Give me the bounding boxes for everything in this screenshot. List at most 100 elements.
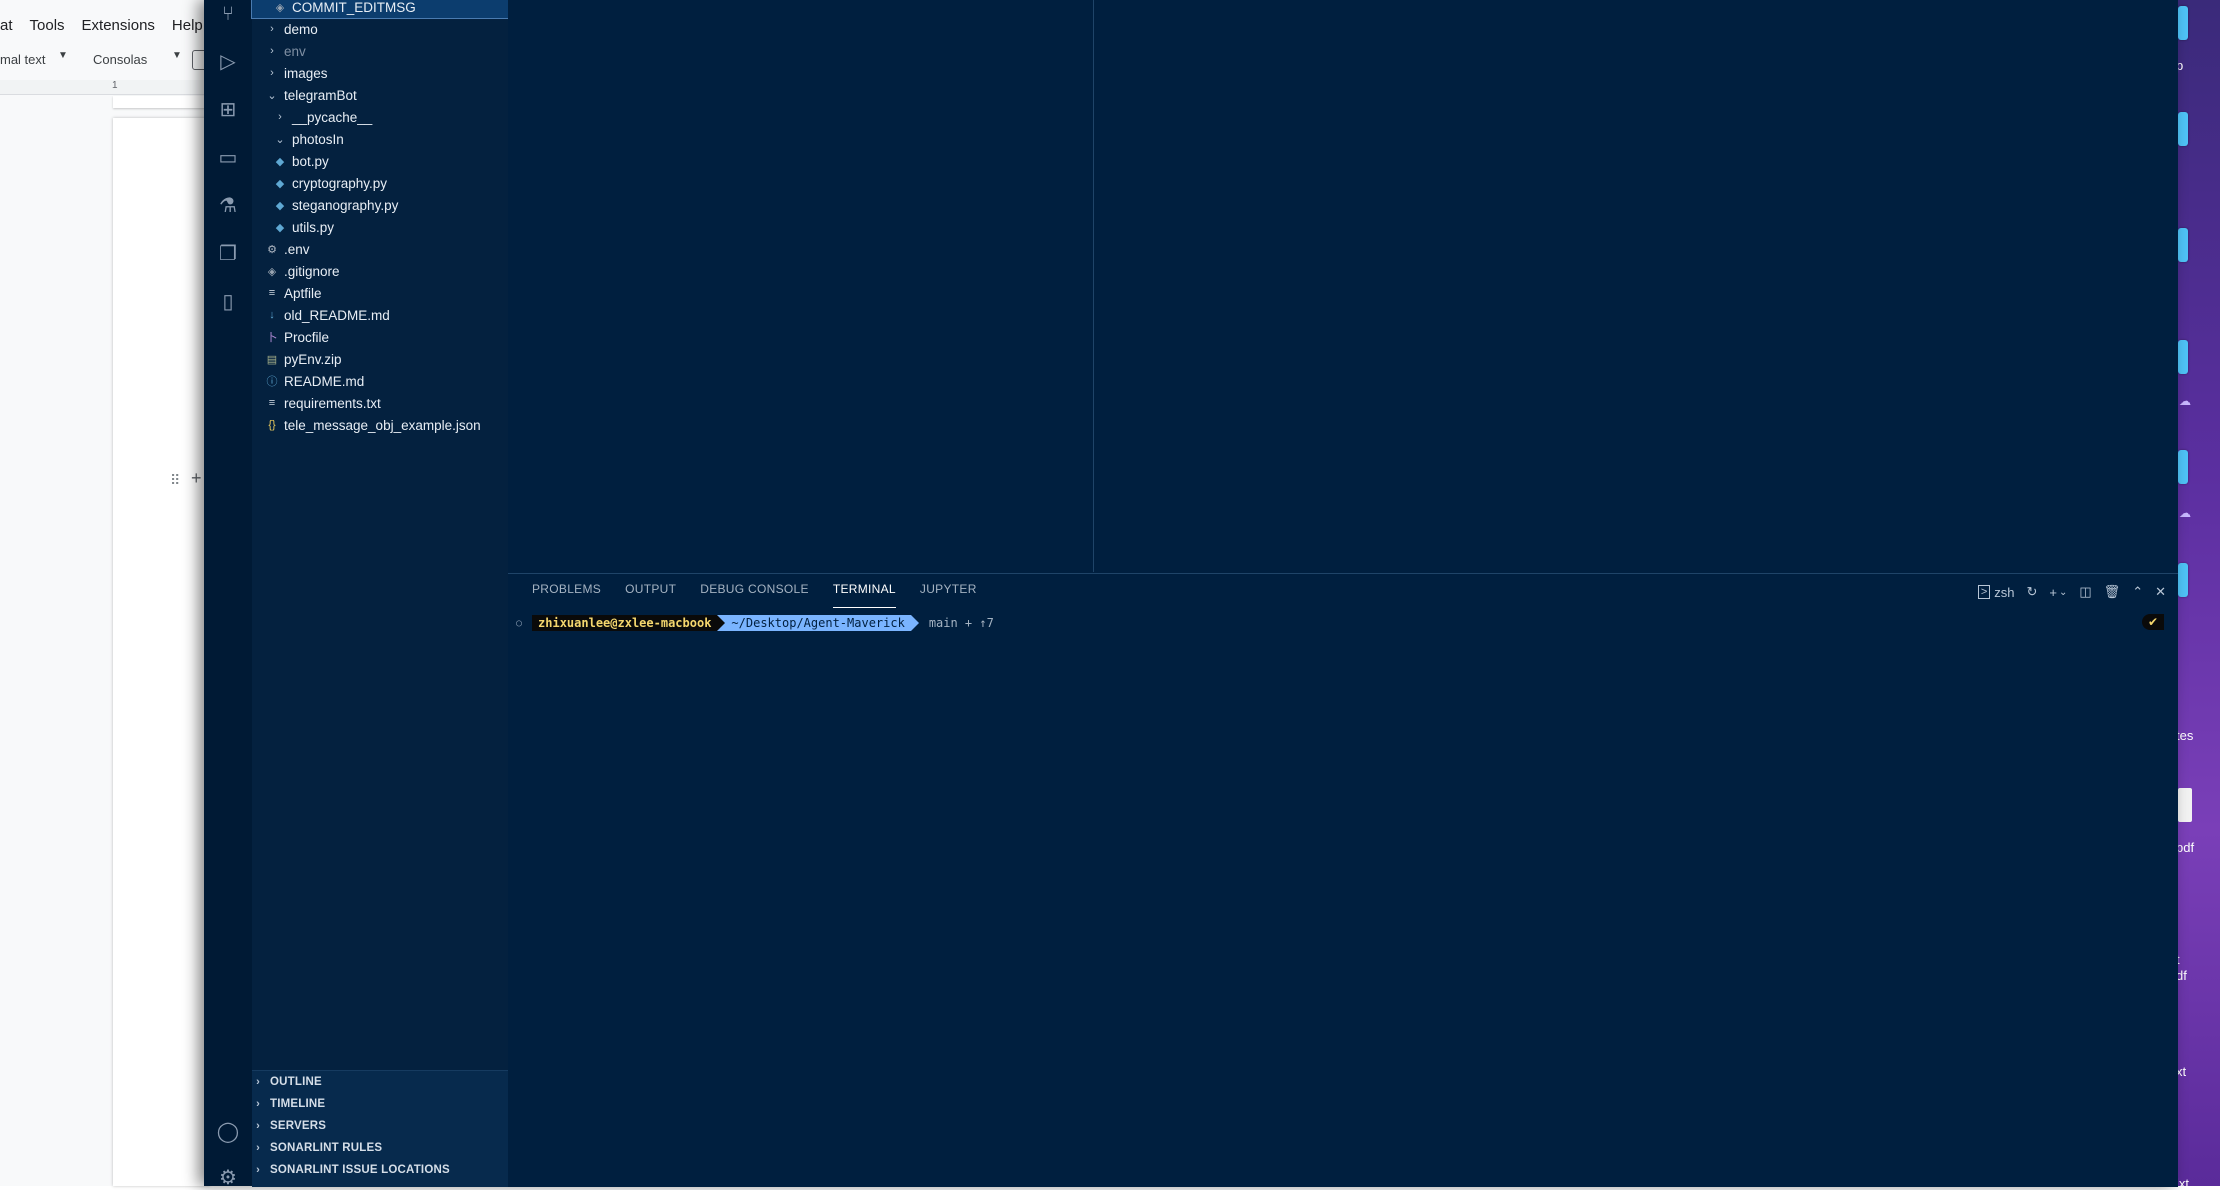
close-icon[interactable]: ✕	[2155, 584, 2166, 600]
tree-item[interactable]: › demo	[252, 18, 522, 40]
menu-format[interactable]: at	[0, 17, 13, 34]
doc-toolbar: mal text ▼ Consolas ▼	[0, 48, 210, 74]
prompt-dot-icon: ○	[516, 617, 523, 629]
remote-explorer-icon[interactable]: ▭	[216, 146, 240, 170]
tab-jupyter[interactable]: JUPYTER	[920, 582, 977, 608]
panels-icon[interactable]: ❐	[216, 242, 240, 266]
tree-item[interactable]: ◆ utils.py	[252, 216, 530, 238]
section-label: OUTLINE	[270, 1076, 322, 1088]
settings-icon[interactable]: ⚙	[216, 1166, 240, 1190]
section-timeline[interactable]: › TIMELINE	[252, 1093, 508, 1115]
new-terminal-icon[interactable]: +	[2049, 585, 2057, 600]
terminal-shell-name[interactable]: zsh	[1994, 585, 2014, 600]
testing-icon[interactable]: ⚗	[216, 194, 240, 218]
tree-item-label: requirements.txt	[284, 395, 381, 411]
explorer-sidebar: ◈ COMMIT_EDITMSG › demo › env › images ⌄ telegram…	[251, 0, 531, 1186]
lines-icon: ≡	[268, 397, 276, 409]
folder-icon[interactable]	[2178, 228, 2188, 262]
folder-icon[interactable]	[2178, 112, 2188, 146]
tree-item[interactable]: ≡ requirements.txt	[252, 392, 522, 414]
tree-item-label: images	[284, 65, 328, 81]
extensions-icon[interactable]: ⊞	[216, 98, 240, 122]
tree-item[interactable]: ▤ pyEnv.zip	[252, 348, 522, 370]
tree-item-label: .env	[284, 241, 310, 257]
trash-icon[interactable]: 🗑	[2104, 584, 2121, 600]
folder-icon[interactable]	[2178, 6, 2188, 40]
python-icon: ◆	[275, 221, 285, 234]
python-icon: ◆	[275, 155, 285, 168]
tree-item[interactable]: ⌄ telegramBot	[252, 84, 522, 106]
section-sonarlint-rules[interactable]: › SONARLINT RULES	[252, 1137, 508, 1159]
tree-item[interactable]: ⌄ photosIn	[252, 128, 530, 150]
activity-bar: ⑂ ▷ ⊞ ▭ ⚗ ❐ ▯ ◯ ⚙	[204, 0, 252, 1189]
editor-area[interactable]	[508, 0, 2178, 572]
tree-item[interactable]: 卜 Procfile	[252, 326, 522, 348]
refresh-icon[interactable]: ↻	[2026, 584, 2037, 600]
doc-page-previous	[113, 96, 210, 108]
sidebar-sections: › OUTLINE › TIMELINE › SERVERS › SONARLINT R…	[252, 1070, 508, 1187]
tree-item[interactable]: ◈ .gitignore	[252, 260, 522, 282]
tree-item[interactable]: › env	[252, 40, 522, 62]
menu-tools[interactable]: Tools	[30, 17, 65, 34]
source-control-icon[interactable]: ⑂	[216, 2, 240, 26]
chevron-down-icon[interactable]: ⌄	[2059, 587, 2067, 598]
zip-icon: ▤	[266, 353, 278, 366]
prompt-path: ~/Desktop/Agent-Maverick	[725, 615, 911, 631]
tree-item[interactable]: ◆ bot.py	[252, 150, 530, 172]
file-icon[interactable]	[2178, 788, 2192, 822]
folder-icon[interactable]	[2178, 450, 2188, 484]
folder-icon[interactable]	[2178, 340, 2188, 374]
cloud-icon: ☁	[2179, 506, 2191, 520]
drag-handle-icon[interactable]: ⠿	[170, 472, 180, 489]
tree-item[interactable]: ◈ COMMIT_EDITMSG	[251, 0, 531, 19]
tree-item[interactable]: ↓ old_README.md	[252, 304, 522, 326]
tree-item-label: steganography.py	[292, 197, 399, 213]
paragraph-style-select[interactable]: mal text	[0, 52, 46, 67]
split-terminal-icon[interactable]: ◫	[2079, 584, 2091, 600]
tree-item[interactable]: › __pycache__	[252, 106, 530, 128]
desktop-label: pdf	[2176, 840, 2195, 855]
tree-item[interactable]: {} tele_message_obj_example.json	[252, 414, 522, 436]
maximize-panel-icon[interactable]: ⌃	[2132, 584, 2143, 600]
prompt-user: zhixuanlee@zxlee-macbook	[532, 615, 718, 631]
menu-extensions[interactable]: Extensions	[82, 17, 155, 34]
editor-split-divider[interactable]	[1093, 0, 1094, 572]
account-icon[interactable]: ◯	[216, 1120, 240, 1144]
section-label: SONARLINT ISSUE LOCATIONS	[270, 1164, 450, 1176]
tab-problems[interactable]: PROBLEMS	[532, 582, 601, 608]
prompt-separator-icon	[910, 615, 919, 631]
tree-item-label: utils.py	[292, 219, 335, 235]
chevron-down-icon: ⌄	[275, 133, 285, 146]
section-label: TIMELINE	[270, 1098, 326, 1110]
panel-actions: > zsh ↻ + ⌄ ◫ 🗑 ⌃ ✕	[1966, 582, 2166, 602]
tree-item-label: Aptfile	[284, 285, 322, 301]
chevron-right-icon: ›	[270, 45, 274, 57]
chevron-down-icon[interactable]: ▼	[172, 50, 182, 61]
git-icon: ◈	[267, 265, 277, 278]
tree-item[interactable]: ⚙ .env	[252, 238, 522, 260]
tree-item[interactable]: ◆ cryptography.py	[252, 172, 530, 194]
tab-debug-console[interactable]: DEBUG CONSOLE	[700, 582, 809, 608]
section-servers[interactable]: › SERVERS	[252, 1115, 508, 1137]
section-outline[interactable]: › OUTLINE	[252, 1071, 508, 1093]
tab-output[interactable]: OUTPUT	[625, 582, 676, 608]
tree-item[interactable]: ≡ Aptfile	[252, 282, 522, 304]
section-sonarlint-issue-locations[interactable]: › SONARLINT ISSUE LOCATIONS	[252, 1159, 508, 1181]
menu-help[interactable]: Help	[172, 17, 203, 34]
notebook-icon[interactable]: ▯	[216, 290, 240, 314]
prompt-git-status: main + ↑7	[928, 616, 994, 630]
tree-item[interactable]: ⓘ README.md	[252, 370, 522, 392]
tree-item[interactable]: ◆ steganography.py	[252, 194, 530, 216]
doc-menubar: at Tools Extensions Help	[0, 8, 220, 42]
tree-item-label: pyEnv.zip	[284, 351, 342, 367]
terminal-prompt[interactable]: ○ zhixuanlee@zxlee-macbook ~/Desktop/Age…	[516, 614, 994, 632]
run-debug-icon[interactable]: ▷	[216, 50, 240, 74]
tree-item[interactable]: › images	[252, 62, 522, 84]
doc-page[interactable]	[113, 118, 210, 1186]
plus-icon[interactable]: +	[191, 468, 202, 489]
folder-icon[interactable]	[2178, 563, 2188, 597]
section-label: SERVERS	[270, 1120, 327, 1132]
font-select[interactable]: Consolas	[93, 52, 147, 67]
chevron-down-icon[interactable]: ▼	[58, 50, 68, 61]
tab-terminal[interactable]: TERMINAL	[832, 582, 896, 608]
